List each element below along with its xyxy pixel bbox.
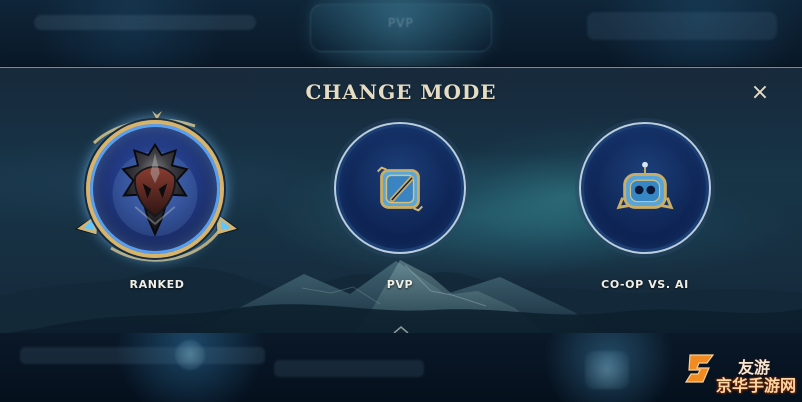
pvp-mode-option[interactable]: PVP [325, 120, 475, 310]
blurred-top-right-panel [587, 12, 777, 40]
blurred-bottom-left-bar [20, 347, 265, 364]
ranked-circle-button[interactable] [86, 120, 224, 258]
co-op-robot-icon [616, 161, 674, 210]
co-op-circle-button[interactable] [579, 122, 711, 254]
ranked-mode-label: RANKED [129, 278, 185, 291]
co-op-mode-label: CO-OP VS. AI [601, 278, 689, 291]
pvp-mode-label: PVP [386, 278, 414, 291]
co-op-mode-option[interactable]: CO-OP VS. AI [570, 120, 720, 310]
change-mode-title: CHANGE MODE [305, 80, 497, 104]
game-screen: PVP CHANGE MODE × RANKED PVP CO-OP VS. A… [0, 0, 802, 402]
blurred-top-left-panel [34, 15, 256, 30]
watermark-logo-icon [684, 354, 715, 383]
blurred-bottom-center-bar [274, 360, 424, 377]
blurred-bottom-left-icon [175, 340, 205, 370]
close-icon: × [750, 80, 770, 105]
pvp-sword-icon [377, 166, 423, 212]
pvp-circle-button[interactable] [334, 122, 466, 254]
ranked-mode-option[interactable]: RANKED [74, 111, 240, 310]
close-button[interactable]: × [746, 79, 774, 107]
ranked-iron-emblem-icon [112, 142, 198, 237]
watermark-primary-text: 京华手游网 [716, 376, 797, 395]
blurred-bottom-right-icon [585, 351, 629, 389]
site-watermark: 友游 京华手游网 [682, 350, 797, 395]
change-mode-modal: CHANGE MODE × RANKED PVP CO-OP VS. AI [0, 67, 802, 335]
blurred-top-pill-label: PVP [388, 16, 414, 30]
